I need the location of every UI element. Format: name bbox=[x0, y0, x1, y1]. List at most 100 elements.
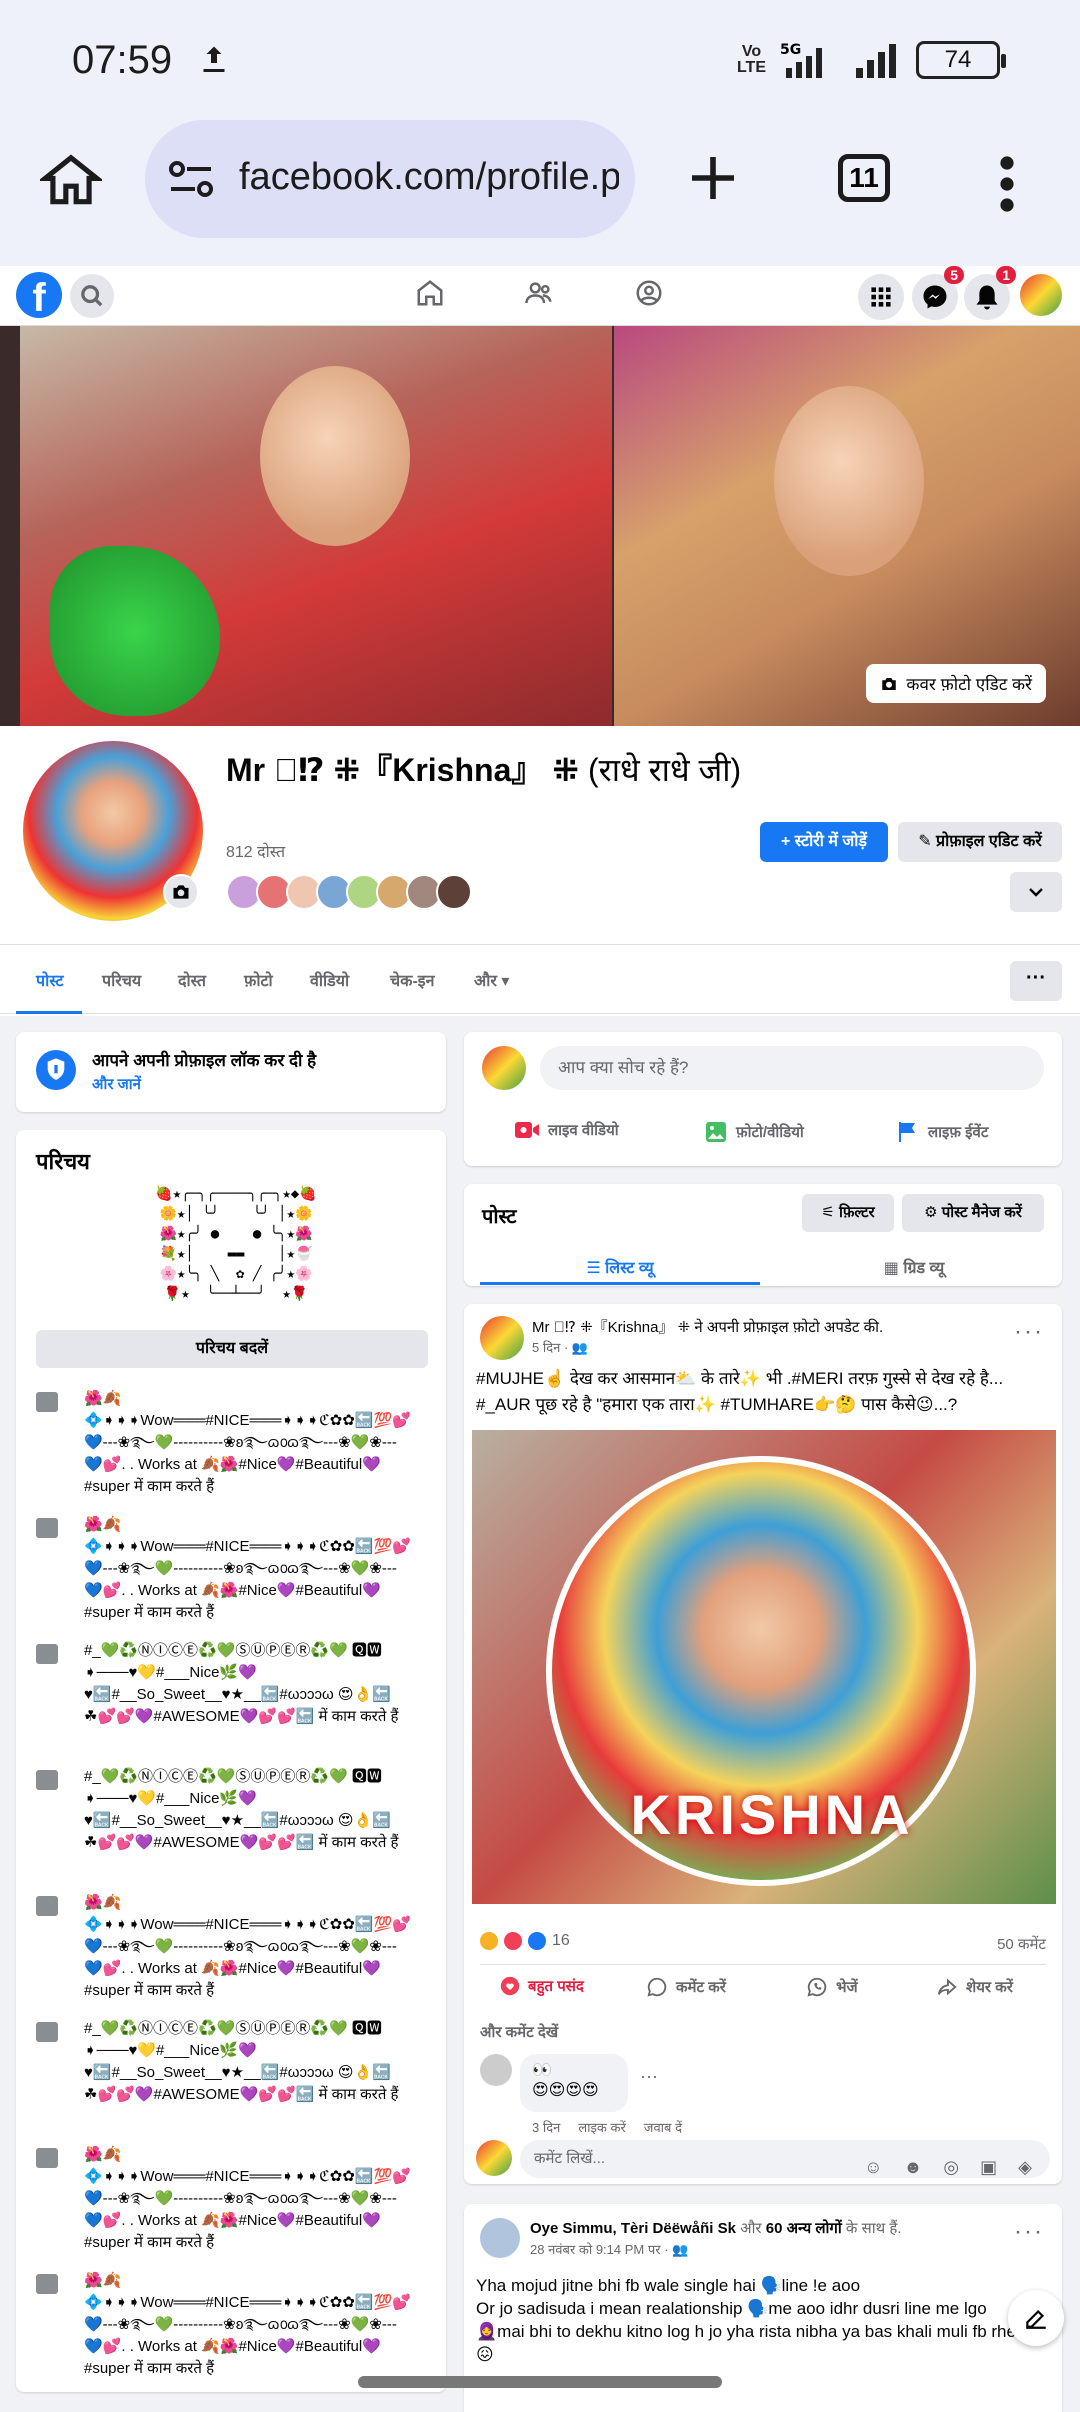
gesture-bar[interactable] bbox=[358, 2376, 722, 2388]
profile-nav-icon[interactable] bbox=[634, 278, 664, 313]
post-timestamp[interactable]: 28 नवंबर को 9:14 PM पर · 👥 bbox=[530, 2240, 688, 2258]
briefcase-icon bbox=[36, 1392, 58, 1412]
comment-meta: 3 दिन लाइक करें जवाब दें bbox=[532, 2118, 682, 2136]
notifications-bell-icon[interactable]: 1 bbox=[964, 266, 1016, 320]
comment-tools-icons[interactable]: ☺ ☻ ◎ ▣ ◈ bbox=[864, 2148, 1040, 2186]
home-nav-icon[interactable] bbox=[415, 278, 445, 313]
url-bar[interactable]: facebook.com/profile.ph bbox=[145, 120, 635, 238]
life-event-button[interactable]: लाइफ़ ईवेंट bbox=[896, 1120, 988, 1144]
list-view-tab[interactable]: ☰ लिस्ट व्यू bbox=[480, 1256, 760, 1278]
search-icon[interactable] bbox=[70, 274, 114, 318]
notification-badge: 1 bbox=[996, 266, 1016, 284]
tab-more[interactable]: और ▾ bbox=[474, 969, 509, 991]
grid-icon: ▦ bbox=[883, 1260, 904, 1277]
friends-nav-icon[interactable] bbox=[524, 278, 554, 313]
camera-icon[interactable] bbox=[163, 874, 199, 910]
profile-tabs: पोस्ट परिचय दोस्त फ़ोटो वीडियो चेक-इन और… bbox=[0, 944, 1080, 1014]
post-timestamp[interactable]: 5 दिन · 👥 bbox=[532, 1338, 588, 1356]
new-tab-icon[interactable] bbox=[685, 150, 741, 211]
filter-button[interactable]: ⚟ फ़िल्टर bbox=[802, 1194, 894, 1232]
browser-toolbar: facebook.com/profile.ph 11 bbox=[0, 120, 1080, 266]
facebook-nav: f 5 1 bbox=[0, 266, 1080, 326]
photo-video-button[interactable]: फ़ोटो/वीडियो bbox=[704, 1120, 804, 1144]
work-item: 🌺🍂 💠➧➧➧Wow═══#NICE═══➧➧➧ℭ✿✿🔙💯💕 💙---❀࿐💚--… bbox=[36, 1892, 436, 2012]
write-comment-input[interactable]: कमेंट लिखें... ☺ ☻ ◎ ▣ ◈ bbox=[520, 2140, 1050, 2178]
shield-icon bbox=[36, 1050, 76, 1090]
love-button[interactable]: बहुत पसंद bbox=[500, 1976, 584, 1996]
comment-like-link[interactable]: लाइक करें bbox=[578, 2118, 625, 2136]
tab-photos[interactable]: फ़ोटो bbox=[244, 969, 273, 991]
tab-switcher-button[interactable]: 11 bbox=[838, 154, 890, 202]
intro-bio-art: 🍓★╭─╮╭────╮╭─╮★◆🍓 🌼★│ ╰╯ ╰╯ │★🌼 🌺★╭╯ ● ●… bbox=[155, 1186, 317, 1302]
messenger-badge: 5 bbox=[944, 266, 964, 284]
active-tab-indicator bbox=[16, 1011, 82, 1014]
comment-reply-link[interactable]: जवाब दें bbox=[644, 2118, 682, 2136]
post-author[interactable]: Mr ⃝⁉ ⁜『Krishna』 ⁜ ने अपनी प्रोफ़ाइल फ़ो… bbox=[532, 1316, 992, 1337]
messenger-icon[interactable]: 5 bbox=[912, 266, 964, 320]
signal-5g-icon: 5G bbox=[780, 42, 822, 78]
manage-posts-button[interactable]: ⚙ पोस्ट मैनेज करें bbox=[902, 1194, 1044, 1232]
share-icon bbox=[937, 1978, 957, 1996]
haha-reaction-icon bbox=[480, 1932, 498, 1950]
signal-icon bbox=[856, 44, 896, 78]
flag-icon bbox=[899, 1122, 915, 1142]
comment-options-icon[interactable]: ··· bbox=[640, 2066, 658, 2087]
comment-button[interactable]: कमेंट करें bbox=[646, 1976, 726, 1998]
account-avatar[interactable] bbox=[1018, 272, 1064, 318]
tab-posts[interactable]: पोस्ट bbox=[36, 969, 64, 991]
post-composer: आप क्या सोच रहे हैं? लाइव वीडियो फ़ोटो/व… bbox=[464, 1032, 1062, 1166]
site-settings-icon[interactable] bbox=[167, 158, 215, 205]
friend-count[interactable]: 812 दोस्त bbox=[226, 840, 285, 862]
work-item: 🌺🍂 💠➧➧➧Wow═══#NICE═══➧➧➧ℭ✿✿🔙💯💕 💙---❀࿐💚--… bbox=[36, 1514, 436, 1634]
active-view-indicator bbox=[480, 1282, 760, 1285]
tab-friends[interactable]: दोस्त bbox=[178, 969, 206, 991]
intro-heading: परिचय bbox=[36, 1149, 90, 1174]
briefcase-icon bbox=[36, 1896, 58, 1916]
live-video-button[interactable]: लाइव वीडियो bbox=[514, 1120, 619, 1140]
learn-more-link[interactable]: और जानें bbox=[92, 1074, 141, 1094]
facebook-logo-icon[interactable]: f bbox=[16, 272, 62, 318]
more-vert-icon[interactable] bbox=[995, 154, 1019, 219]
url-text[interactable]: facebook.com/profile.ph bbox=[239, 156, 619, 199]
tabs-overflow-button[interactable]: ··· bbox=[1010, 961, 1062, 1001]
avatar[interactable] bbox=[480, 2054, 512, 2086]
post-author[interactable]: Oye Simmu, Tèri Dëëwåñi Sk और 60 अन्य लो… bbox=[530, 2218, 1000, 2238]
cover-photo[interactable]: कवर फ़ोटो एडिट करें bbox=[0, 326, 1080, 726]
compose-edit-icon[interactable] bbox=[1008, 2290, 1064, 2346]
edit-profile-button[interactable]: ✎ प्रोफ़ाइल एडिट करें bbox=[898, 822, 1062, 862]
post-text: Yha mojud jitne bhi fb wale single hai 🗣… bbox=[476, 2276, 1016, 2364]
share-button[interactable]: शेयर करें bbox=[936, 1976, 1013, 1998]
menu-grid-icon[interactable] bbox=[858, 274, 904, 320]
briefcase-icon bbox=[36, 2022, 58, 2042]
reaction-summary[interactable]: 16 bbox=[480, 1932, 570, 1950]
post-options-icon[interactable]: ··· bbox=[1014, 2218, 1044, 2246]
tab-checkins[interactable]: चेक-इन bbox=[390, 969, 435, 991]
send-button[interactable]: भेजें bbox=[806, 1976, 858, 1998]
posts-heading: पोस्ट bbox=[482, 1206, 517, 1228]
tab-videos[interactable]: वीडियो bbox=[310, 969, 349, 991]
work-item: #_💚♻️ⓃⒾⒸⒺ♻️💚ⓈⓊⓅⒺⓇ♻️💚 🆀🆆 ➧───♥💛#___Nice🌿💜… bbox=[36, 1640, 436, 1760]
edit-cover-button[interactable]: कवर फ़ोटो एडिट करें bbox=[866, 664, 1046, 703]
avatar[interactable] bbox=[480, 1316, 524, 1360]
posts-header: पोस्ट ⚟ फ़िल्टर ⚙ पोस्ट मैनेज करें ☰ लिस… bbox=[464, 1184, 1062, 1286]
briefcase-icon bbox=[36, 2274, 58, 2294]
view-more-comments[interactable]: और कमेंट देखें bbox=[480, 2022, 558, 2042]
composer-input[interactable]: आप क्या सोच रहे हैं? bbox=[540, 1046, 1044, 1090]
post-image[interactable]: KRISHNA bbox=[472, 1430, 1056, 1904]
avatar[interactable] bbox=[480, 2218, 520, 2258]
cover-image-left bbox=[20, 326, 612, 726]
filter-icon: ⚟ bbox=[821, 1204, 839, 1221]
friend-avatars[interactable] bbox=[226, 874, 472, 910]
profile-more-button[interactable] bbox=[1010, 872, 1062, 912]
camera-icon bbox=[882, 677, 897, 690]
grid-view-tab[interactable]: ▦ ग्रिड व्यू bbox=[774, 1256, 1054, 1278]
edit-intro-button[interactable]: परिचय बदलें bbox=[36, 1330, 428, 1368]
comment-count[interactable]: 50 कमेंट bbox=[997, 1934, 1046, 1954]
post-options-icon[interactable]: ··· bbox=[1014, 1318, 1044, 1346]
add-story-button[interactable]: + स्टोरी में जोड़ें bbox=[760, 822, 888, 862]
home-icon[interactable] bbox=[37, 150, 105, 217]
tab-about[interactable]: परिचय bbox=[102, 969, 141, 991]
parrot-image bbox=[50, 546, 220, 716]
intro-card: परिचय 🍓★╭─╮╭────╮╭─╮★◆🍓 🌼★│ ╰╯ ╰╯ │★🌼 🌺★… bbox=[16, 1130, 446, 2392]
briefcase-icon bbox=[36, 1770, 58, 1790]
